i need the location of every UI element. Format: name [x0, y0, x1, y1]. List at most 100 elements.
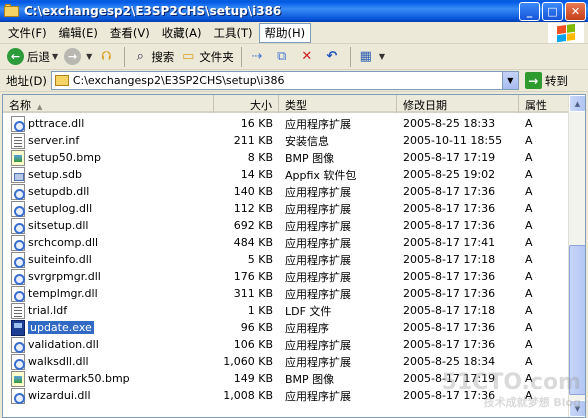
file-size: 692 KB	[233, 219, 273, 232]
file-row[interactable]: templmgr.dll 311 KB 应用程序扩展 2005-8-17 17:36 A	[3, 285, 569, 302]
file-attributes: A	[525, 134, 533, 147]
file-name-cell[interactable]: setuplog.dll	[3, 200, 214, 217]
forward-button[interactable]: → ▼	[61, 46, 95, 68]
file-name: wizardui.dll	[28, 389, 91, 402]
file-name-cell[interactable]: templmgr.dll	[3, 285, 214, 302]
menu-edit[interactable]: 编辑(E)	[53, 23, 104, 43]
file-name-cell[interactable]: wizardui.dll	[3, 387, 214, 404]
file-row[interactable]: validation.dll 106 KB 应用程序扩展 2005-8-17 17:3…	[3, 336, 569, 353]
file-modified: 2005-8-25 18:33	[403, 117, 496, 130]
file-row[interactable]: srchcomp.dll 484 KB 应用程序扩展 2005-8-17 17:41 A	[3, 234, 569, 251]
file-name: validation.dll	[28, 338, 99, 351]
file-type: LDF 文件	[285, 304, 332, 318]
file-name-cell[interactable]: svrgrpmgr.dll	[3, 268, 214, 285]
undo-button[interactable]: ↶	[321, 46, 346, 68]
menu-view[interactable]: 查看(V)	[104, 23, 156, 43]
file-modified: 2005-8-17 17:18	[403, 304, 496, 317]
column-header-attributes[interactable]: 属性	[519, 95, 569, 113]
file-row[interactable]: suiteinfo.dll 5 KB 应用程序扩展 2005-8-17 17:18 A	[3, 251, 569, 268]
file-row[interactable]: update.exe 96 KB 应用程序 2005-8-17 17:36 A	[3, 319, 569, 336]
scroll-up-button[interactable]: ▲	[569, 95, 585, 112]
file-name: setupdb.dll	[28, 185, 90, 198]
folders-button[interactable]: ▭ 文件夹	[177, 46, 237, 68]
address-value[interactable]: C:\exchangesp2\E3SP2CHS\setup\i386	[73, 74, 502, 87]
column-header-size[interactable]: 大小	[214, 95, 279, 113]
vertical-scrollbar[interactable]: ▲ ▼	[568, 95, 585, 417]
minimize-button[interactable]: _	[519, 1, 540, 21]
dll-icon	[11, 353, 25, 370]
menu-help[interactable]: 帮助(H)	[258, 22, 312, 43]
file-row[interactable]: setupdb.dll 140 KB 应用程序扩展 2005-8-17 17:36 A	[3, 183, 569, 200]
file-row[interactable]: sitsetup.dll 692 KB 应用程序扩展 2005-8-17 17:36 A	[3, 217, 569, 234]
file-name-cell[interactable]: pttrace.dll	[3, 115, 214, 132]
file-name-cell[interactable]: watermark50.bmp	[3, 370, 214, 387]
file-row[interactable]: server.inf 211 KB 安装信息 2005-10-11 18:55 A	[3, 132, 569, 149]
chevron-down-icon: ▼	[378, 52, 385, 61]
move-to-button[interactable]: ⇢	[246, 46, 271, 68]
dll-icon	[11, 115, 25, 132]
file-attributes: A	[525, 304, 533, 317]
file-row[interactable]: walksdll.dll 1,060 KB 应用程序扩展 2005-8-25 18:3…	[3, 353, 569, 370]
column-header-type[interactable]: 类型	[279, 95, 397, 113]
back-arrow-icon: ←	[7, 48, 24, 65]
file-modified: 2005-8-17 17:36	[403, 219, 496, 232]
menu-file[interactable]: 文件(F)	[2, 23, 53, 43]
file-list[interactable]: 名称 ▲ 大小 类型 修改日期 属性 pttrace.dll 16 KB 应用程序扩展…	[2, 94, 586, 418]
file-name-cell[interactable]: setup.sdb	[3, 166, 214, 183]
file-name: walksdll.dll	[28, 355, 89, 368]
file-name-cell[interactable]: srchcomp.dll	[3, 234, 214, 251]
menu-tools[interactable]: 工具(T)	[208, 23, 259, 43]
file-name-cell[interactable]: walksdll.dll	[3, 353, 214, 370]
undo-icon: ↶	[326, 49, 338, 64]
search-button[interactable]: ⌕ 搜索	[129, 46, 177, 68]
file-row[interactable]: setuplog.dll 112 KB 应用程序扩展 2005-8-17 17:36 A	[3, 200, 569, 217]
go-button[interactable]: → 转到	[524, 72, 568, 89]
file-row[interactable]: svrgrpmgr.dll 176 KB 应用程序扩展 2005-8-17 17:36…	[3, 268, 569, 285]
copy-to-button[interactable]: ⧉	[271, 46, 296, 68]
chevron-down-icon: ▼	[86, 52, 93, 61]
address-dropdown-button[interactable]: ▼	[501, 72, 518, 89]
file-name-cell[interactable]: sitsetup.dll	[3, 217, 214, 234]
file-attributes: A	[525, 202, 533, 215]
file-type: 安装信息	[285, 134, 329, 148]
close-button[interactable]: ✕	[565, 1, 586, 21]
dll-icon	[11, 183, 25, 200]
file-modified: 2005-8-25 18:34	[403, 355, 496, 368]
file-row[interactable]: setup50.bmp 8 KB BMP 图像 2005-8-17 17:19 A	[3, 149, 569, 166]
dll-icon	[11, 336, 25, 353]
file-modified: 2005-8-17 17:41	[403, 236, 496, 249]
column-header-name[interactable]: 名称 ▲	[3, 95, 214, 113]
file-modified: 2005-8-17 17:36	[403, 202, 496, 215]
file-name-cell[interactable]: update.exe	[3, 319, 214, 336]
file-size: 140 KB	[233, 185, 273, 198]
maximize-button[interactable]: □	[542, 1, 563, 21]
address-field[interactable]: C:\exchangesp2\E3SP2CHS\setup\i386 ▼	[50, 71, 519, 90]
watermark: 51CTO.com 技术成就梦想 Blog	[442, 372, 581, 413]
delete-button[interactable]: ✕	[296, 46, 321, 68]
column-header-modified[interactable]: 修改日期	[397, 95, 519, 113]
file-row[interactable]: trial.ldf 1 KB LDF 文件 2005-8-17 17:18 A	[3, 302, 569, 319]
views-button[interactable]: ▦ ▼	[355, 46, 388, 68]
file-row[interactable]: pttrace.dll 16 KB 应用程序扩展 2005-8-25 18:33 A	[3, 115, 569, 132]
file-name: suiteinfo.dll	[28, 253, 92, 266]
file-type: Appfix 软件包	[285, 168, 357, 182]
up-folder-button[interactable]: ⮉	[95, 46, 120, 68]
back-button[interactable]: ← 后退 ▼	[4, 46, 61, 68]
file-modified: 2005-8-17 17:36	[403, 321, 496, 334]
file-name-cell[interactable]: setup50.bmp	[3, 149, 214, 166]
file-size: 1 KB	[247, 304, 273, 317]
file-name: setuplog.dll	[28, 202, 93, 215]
bmp-icon	[11, 149, 25, 166]
file-type: 应用程序扩展	[285, 287, 351, 301]
file-row[interactable]: setup.sdb 14 KB Appfix 软件包 2005-8-25 19:02 A	[3, 166, 569, 183]
file-name-cell[interactable]: suiteinfo.dll	[3, 251, 214, 268]
file-name-cell[interactable]: server.inf	[3, 132, 214, 149]
file-size: 1,008 KB	[223, 389, 273, 402]
inf-icon	[11, 132, 25, 149]
toolbar: ← 后退 ▼ → ▼ ⮉ ⌕ 搜索 ▭ 文件夹 ⇢ ⧉ ✕ ↶ ▦ ▼	[0, 44, 588, 70]
menu-favorites[interactable]: 收藏(A)	[156, 23, 208, 43]
file-name: watermark50.bmp	[28, 372, 130, 385]
file-name-cell[interactable]: validation.dll	[3, 336, 214, 353]
file-name-cell[interactable]: trial.ldf	[3, 302, 214, 319]
file-name-cell[interactable]: setupdb.dll	[3, 183, 214, 200]
